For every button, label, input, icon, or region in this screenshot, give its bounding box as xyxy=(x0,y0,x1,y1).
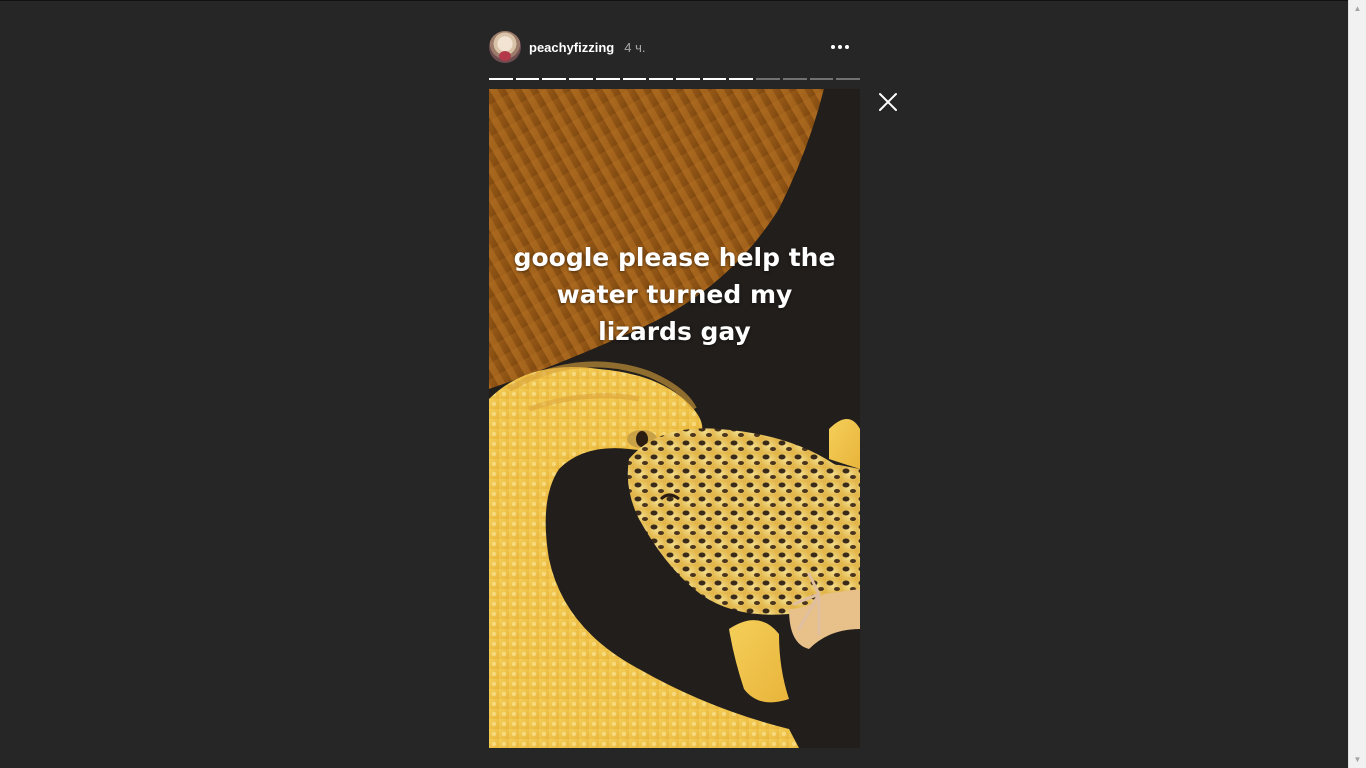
progress-segment xyxy=(569,78,593,80)
window-top-border xyxy=(0,0,1366,1)
progress-segment xyxy=(595,78,620,80)
story-header: peachyfizzing 4 ч. xyxy=(489,31,860,63)
story-image[interactable]: google please help the water turned my l… xyxy=(489,89,860,748)
more-dot-icon xyxy=(845,45,849,49)
progress-segment xyxy=(676,78,700,80)
story-progress-bar xyxy=(489,78,861,80)
progress-segment xyxy=(542,78,567,80)
scroll-down-arrow-icon[interactable]: ▼ xyxy=(1349,751,1366,768)
progress-segment xyxy=(729,78,754,80)
more-dot-icon xyxy=(838,45,842,49)
progress-segment xyxy=(489,78,513,80)
story-viewer: peachyfizzing 4 ч. google please help th… xyxy=(0,0,1366,768)
progress-segment xyxy=(782,78,807,80)
story-caption: google please help the water turned my l… xyxy=(513,243,836,346)
username-link[interactable]: peachyfizzing xyxy=(529,40,614,55)
close-icon xyxy=(879,93,897,111)
close-button[interactable] xyxy=(876,90,900,114)
progress-segment xyxy=(649,78,674,80)
lizards-photo xyxy=(489,89,860,748)
progress-segment xyxy=(809,78,834,80)
progress-segment xyxy=(702,78,727,80)
avatar[interactable] xyxy=(489,31,521,63)
story-timestamp: 4 ч. xyxy=(624,39,646,55)
progress-segment xyxy=(836,78,861,80)
more-options-button[interactable] xyxy=(828,37,852,57)
more-dot-icon xyxy=(831,45,835,49)
progress-segment xyxy=(756,78,780,80)
progress-segment xyxy=(515,78,540,80)
progress-segment xyxy=(622,78,647,80)
scroll-up-arrow-icon[interactable]: ▲ xyxy=(1349,0,1366,17)
vertical-scrollbar[interactable]: ▲ ▼ xyxy=(1348,0,1366,768)
